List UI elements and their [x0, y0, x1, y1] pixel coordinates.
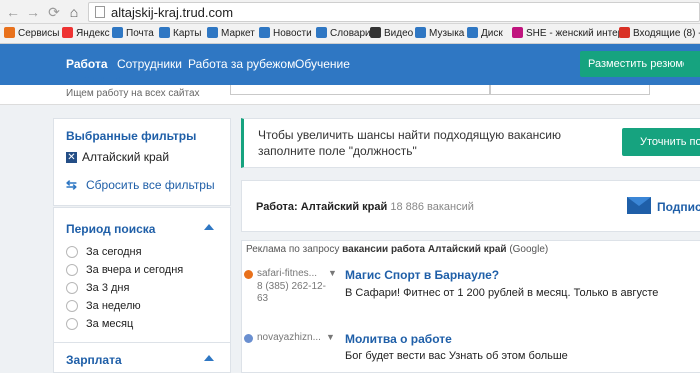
dropdown-triangle-icon[interactable]: ▼	[328, 268, 337, 278]
ads-block: Реклама по запросу вакансии работа Алтай…	[241, 240, 700, 373]
period-option-label[interactable]: За 3 дня	[86, 282, 129, 294]
period-option-label[interactable]: За неделю	[86, 300, 141, 312]
bookmark-music[interactable]: Музыка	[415, 27, 464, 39]
apps-grid-icon	[4, 27, 15, 38]
bookmark-video[interactable]: Видео	[370, 27, 413, 39]
ad-title[interactable]: Магис Спорт в Барнауле?	[345, 268, 499, 282]
refine-search-button[interactable]: Уточнить поис	[622, 128, 700, 156]
period-radio-3days[interactable]	[66, 282, 78, 294]
results-title: Работа: Алтайский край 18 886 вакансий	[256, 201, 474, 213]
bookmark-gmail[interactable]: Входящие (8) -	[619, 27, 700, 39]
hint-card: Чтобы увеличить шансы найти подходящую в…	[241, 118, 700, 168]
ad-source[interactable]: safari-fitnes...	[257, 268, 317, 280]
subscribe-link[interactable]: Подписа	[657, 200, 700, 214]
address-bar[interactable]: altajskij-kraj.trud.com	[88, 2, 700, 22]
forward-arrow-icon[interactable]: →	[24, 3, 42, 21]
results-count: 18 886 вакансий	[390, 201, 474, 213]
disk-icon	[467, 27, 478, 38]
video-icon	[370, 27, 381, 38]
period-radio-month[interactable]	[66, 318, 78, 330]
reset-filters-link[interactable]: Сбросить все фильтры	[86, 178, 215, 192]
back-arrow-icon[interactable]: ←	[4, 3, 22, 21]
nav-education[interactable]: Обучение	[295, 57, 350, 71]
hint-text: Чтобы увеличить шансы найти подходящую в…	[258, 128, 562, 158]
nav-employees[interactable]: Сотрудники	[117, 57, 182, 71]
site-logo[interactable]: TRUD	[64, 77, 184, 87]
dictionary-icon	[316, 27, 327, 38]
news-icon	[259, 27, 270, 38]
yandex-icon	[62, 27, 73, 38]
reload-icon[interactable]: ⟳	[45, 3, 63, 21]
ad-source[interactable]: novayazhizn...	[257, 332, 321, 344]
period-radio-today[interactable]	[66, 246, 78, 258]
bookmark-yandex[interactable]: Яндекс	[62, 27, 110, 39]
mail-icon	[112, 27, 123, 38]
header-extra-button[interactable]	[684, 51, 700, 77]
globe-icon	[244, 334, 253, 343]
period-radio-week[interactable]	[66, 300, 78, 312]
period-option-label[interactable]: За вчера и сегодня	[86, 264, 183, 276]
bookmark-services[interactable]: Сервисы	[4, 27, 59, 39]
bookmark-news[interactable]: Новости	[259, 27, 312, 39]
bookmark-market[interactable]: Маркет	[207, 27, 255, 39]
she-icon	[512, 27, 523, 38]
home-icon[interactable]: ⌂	[65, 3, 83, 21]
nav-work[interactable]: Работа	[66, 57, 108, 71]
ad-phone[interactable]: 8 (385) 262-12-	[257, 281, 326, 293]
collapse-caret-icon[interactable]	[204, 355, 214, 361]
ad-title[interactable]: Молитва о работе	[345, 332, 452, 346]
music-icon	[415, 27, 426, 38]
salary-title[interactable]: Зарплата	[66, 353, 122, 367]
selected-filters-card: Выбранные фильтры ✕ Алтайский край ⇆ Сбр…	[53, 118, 231, 206]
bookmark-mail[interactable]: Почта	[112, 27, 154, 39]
ad-description: Бог будет вести вас Узнать об этом больш…	[345, 350, 568, 362]
remove-filter-icon[interactable]: ✕	[66, 152, 77, 163]
period-filter-card: Период поиска За сегодня За вчера и сего…	[53, 207, 231, 373]
url-text: altajskij-kraj.trud.com	[111, 5, 234, 20]
browser-toolbar: ← → ⟳ ⌂ altajskij-kraj.trud.com	[0, 0, 700, 24]
bookmark-she[interactable]: SHE - женский интерн	[512, 27, 629, 39]
position-search-input[interactable]	[230, 85, 490, 95]
dropdown-triangle-icon[interactable]: ▼	[326, 332, 335, 342]
envelope-icon[interactable]	[627, 197, 651, 214]
page-icon	[95, 6, 105, 18]
search-strip: TRUD Ищем работу на всех сайтах	[0, 77, 700, 105]
nav-work-abroad[interactable]: Работа за рубежом	[188, 57, 295, 71]
period-radio-yesterday[interactable]	[66, 264, 78, 276]
bookmark-maps[interactable]: Карты	[159, 27, 202, 39]
period-option-label[interactable]: За сегодня	[86, 246, 142, 258]
logo-tagline: Ищем работу на всех сайтах	[66, 88, 200, 99]
bookmarks-bar: Сервисы Яндекс Почта Карты Маркет Новост…	[0, 24, 700, 44]
filters-title: Выбранные фильтры	[66, 129, 197, 143]
collapse-caret-icon[interactable]	[204, 224, 214, 230]
period-title[interactable]: Период поиска	[66, 222, 155, 236]
ad-description: В Сафари! Фитнес от 1 200 рублей в месяц…	[345, 287, 659, 299]
reset-arrows-icon[interactable]: ⇆	[66, 177, 77, 193]
safari-site-icon	[244, 270, 253, 279]
market-icon	[207, 27, 218, 38]
maps-icon	[159, 27, 170, 38]
bookmark-dictionary[interactable]: Словари	[316, 27, 371, 39]
selected-filter-label: Алтайский край	[82, 150, 170, 164]
ads-heading: Реклама по запросу вакансии работа Алтай…	[246, 244, 549, 255]
gmail-icon	[619, 27, 630, 38]
post-resume-button[interactable]: Разместить резюме	[580, 51, 698, 77]
ad-phone[interactable]: 63	[257, 293, 268, 305]
region-search-input[interactable]	[490, 85, 650, 95]
bookmark-disk[interactable]: Диск	[467, 27, 503, 39]
divider	[54, 342, 230, 343]
period-option-label[interactable]: За месяц	[86, 318, 133, 330]
results-header: Работа: Алтайский край 18 886 вакансий П…	[241, 180, 700, 232]
